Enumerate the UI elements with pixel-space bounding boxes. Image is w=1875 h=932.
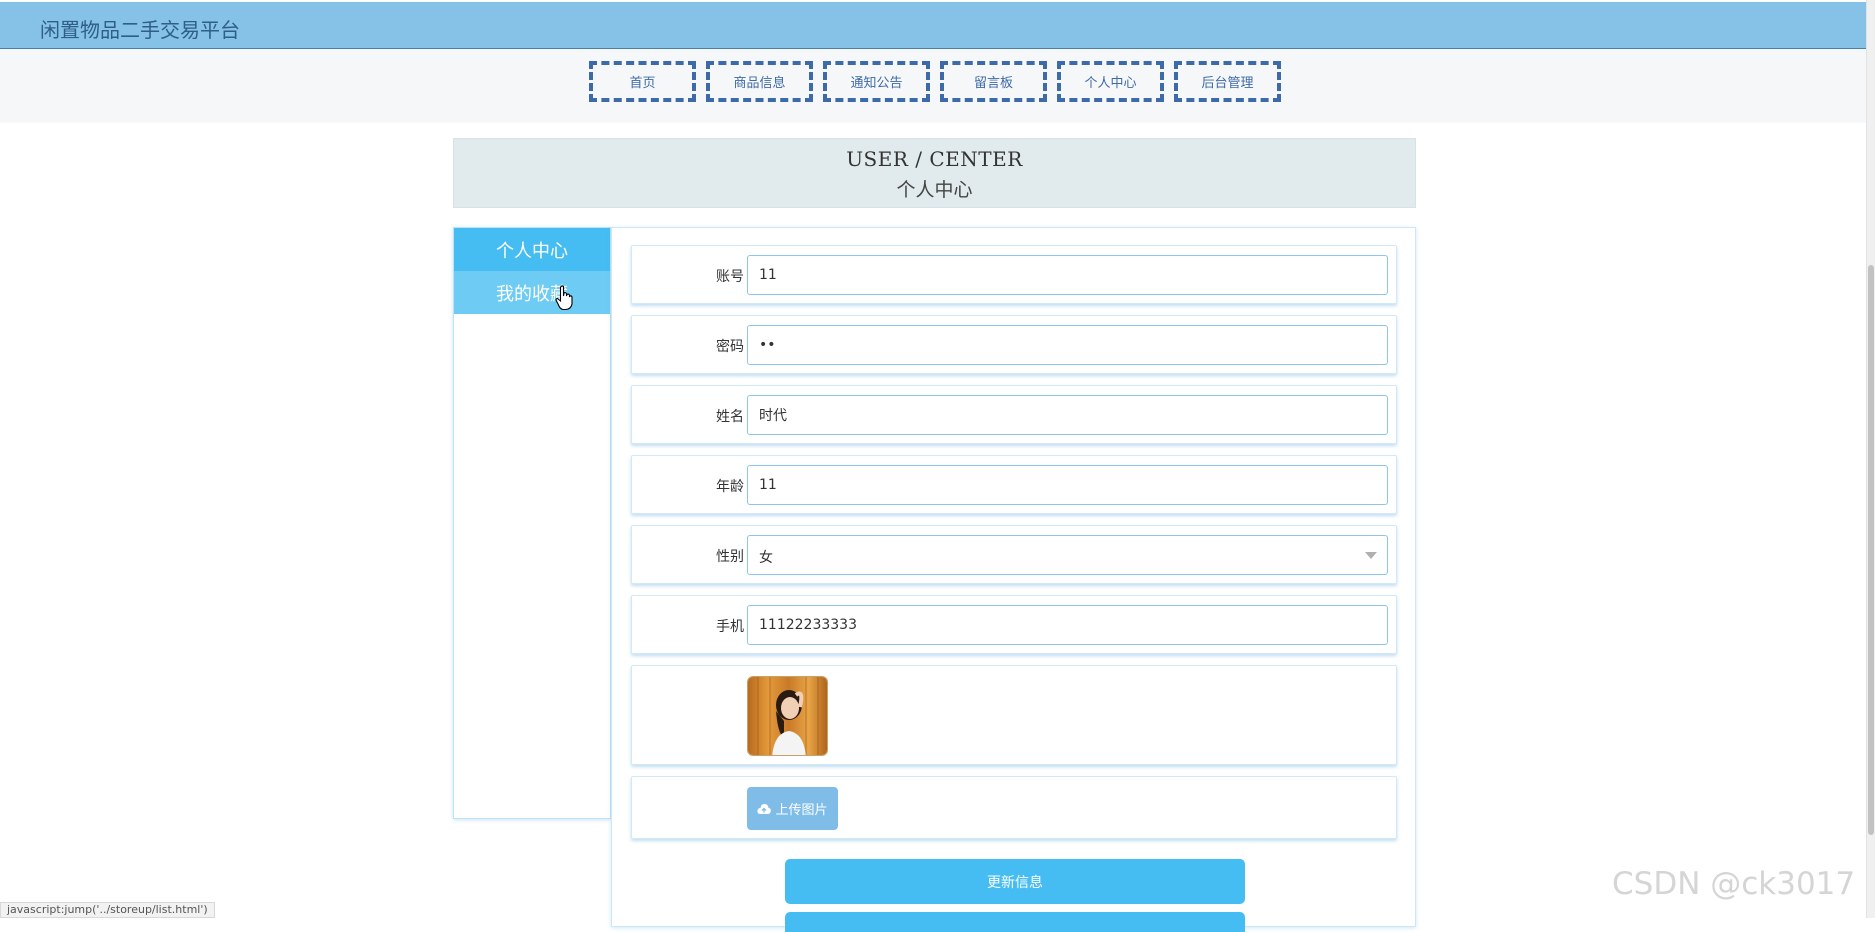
age-label: 年龄 <box>716 479 744 495</box>
form-row-account: 账号 <box>631 245 1397 304</box>
phone-label: 手机 <box>716 619 744 635</box>
watermark: CSDN @ck3017 <box>1612 866 1856 902</box>
page-title-en: USER / CENTER <box>846 147 1023 171</box>
status-bar-url: javascript:jump('../storeup/list.html') <box>0 902 215 918</box>
site-title[interactable]: 闲置物品二手交易平台 <box>40 14 240 43</box>
password-input[interactable] <box>747 325 1388 365</box>
name-label: 姓名 <box>716 409 744 425</box>
gender-label: 性别 <box>716 549 744 565</box>
upload-image-button[interactable]: 上传图片 <box>747 787 838 830</box>
scrollbar-thumb[interactable] <box>1868 265 1874 835</box>
hand-cursor-icon <box>555 285 573 311</box>
side-menu: 个人中心 我的收藏 <box>453 227 611 819</box>
form-row-name: 姓名 <box>631 385 1397 444</box>
phone-input[interactable] <box>747 605 1388 645</box>
nav-item-messages[interactable]: 留言板 <box>940 61 1047 102</box>
side-item-user-center[interactable]: 个人中心 <box>454 228 610 271</box>
account-input[interactable] <box>747 255 1388 295</box>
profile-form: 账号 密码 姓名 年龄 性别 女 手机 <box>611 227 1416 932</box>
secondary-button[interactable] <box>785 912 1245 932</box>
nav-item-user-center[interactable]: 个人中心 <box>1057 61 1164 102</box>
nav-item-home[interactable]: 首页 <box>589 61 696 102</box>
nav-item-products[interactable]: 商品信息 <box>706 61 813 102</box>
account-label: 账号 <box>716 269 744 285</box>
form-row-upload: 上传图片 <box>631 776 1397 839</box>
form-row-password: 密码 <box>631 315 1397 374</box>
upload-label: 上传图片 <box>775 803 828 818</box>
age-input[interactable] <box>747 465 1388 505</box>
chevron-down-icon <box>1365 552 1377 559</box>
gender-value: 女 <box>759 550 773 566</box>
nav-item-notices[interactable]: 通知公告 <box>823 61 930 102</box>
form-row-avatar <box>631 665 1397 765</box>
gender-select[interactable]: 女 <box>747 535 1388 575</box>
name-input[interactable] <box>747 395 1388 435</box>
cloud-upload-icon <box>757 803 772 814</box>
password-label: 密码 <box>716 339 744 355</box>
avatar <box>747 676 828 756</box>
form-row-phone: 手机 <box>631 595 1397 654</box>
nav-item-admin[interactable]: 后台管理 <box>1174 61 1281 102</box>
update-info-button[interactable]: 更新信息 <box>785 859 1245 904</box>
form-row-gender: 性别 女 <box>631 525 1397 584</box>
page-title-cn: 个人中心 <box>896 179 973 201</box>
side-item-favorites[interactable]: 我的收藏 <box>454 271 610 314</box>
form-row-age: 年龄 <box>631 455 1397 514</box>
page-header: USER / CENTER 个人中心 <box>453 138 1416 208</box>
top-bar: 闲置物品二手交易平台 <box>0 2 1866 49</box>
main-nav: 首页 商品信息 通知公告 留言板 个人中心 后台管理 <box>589 61 1281 102</box>
